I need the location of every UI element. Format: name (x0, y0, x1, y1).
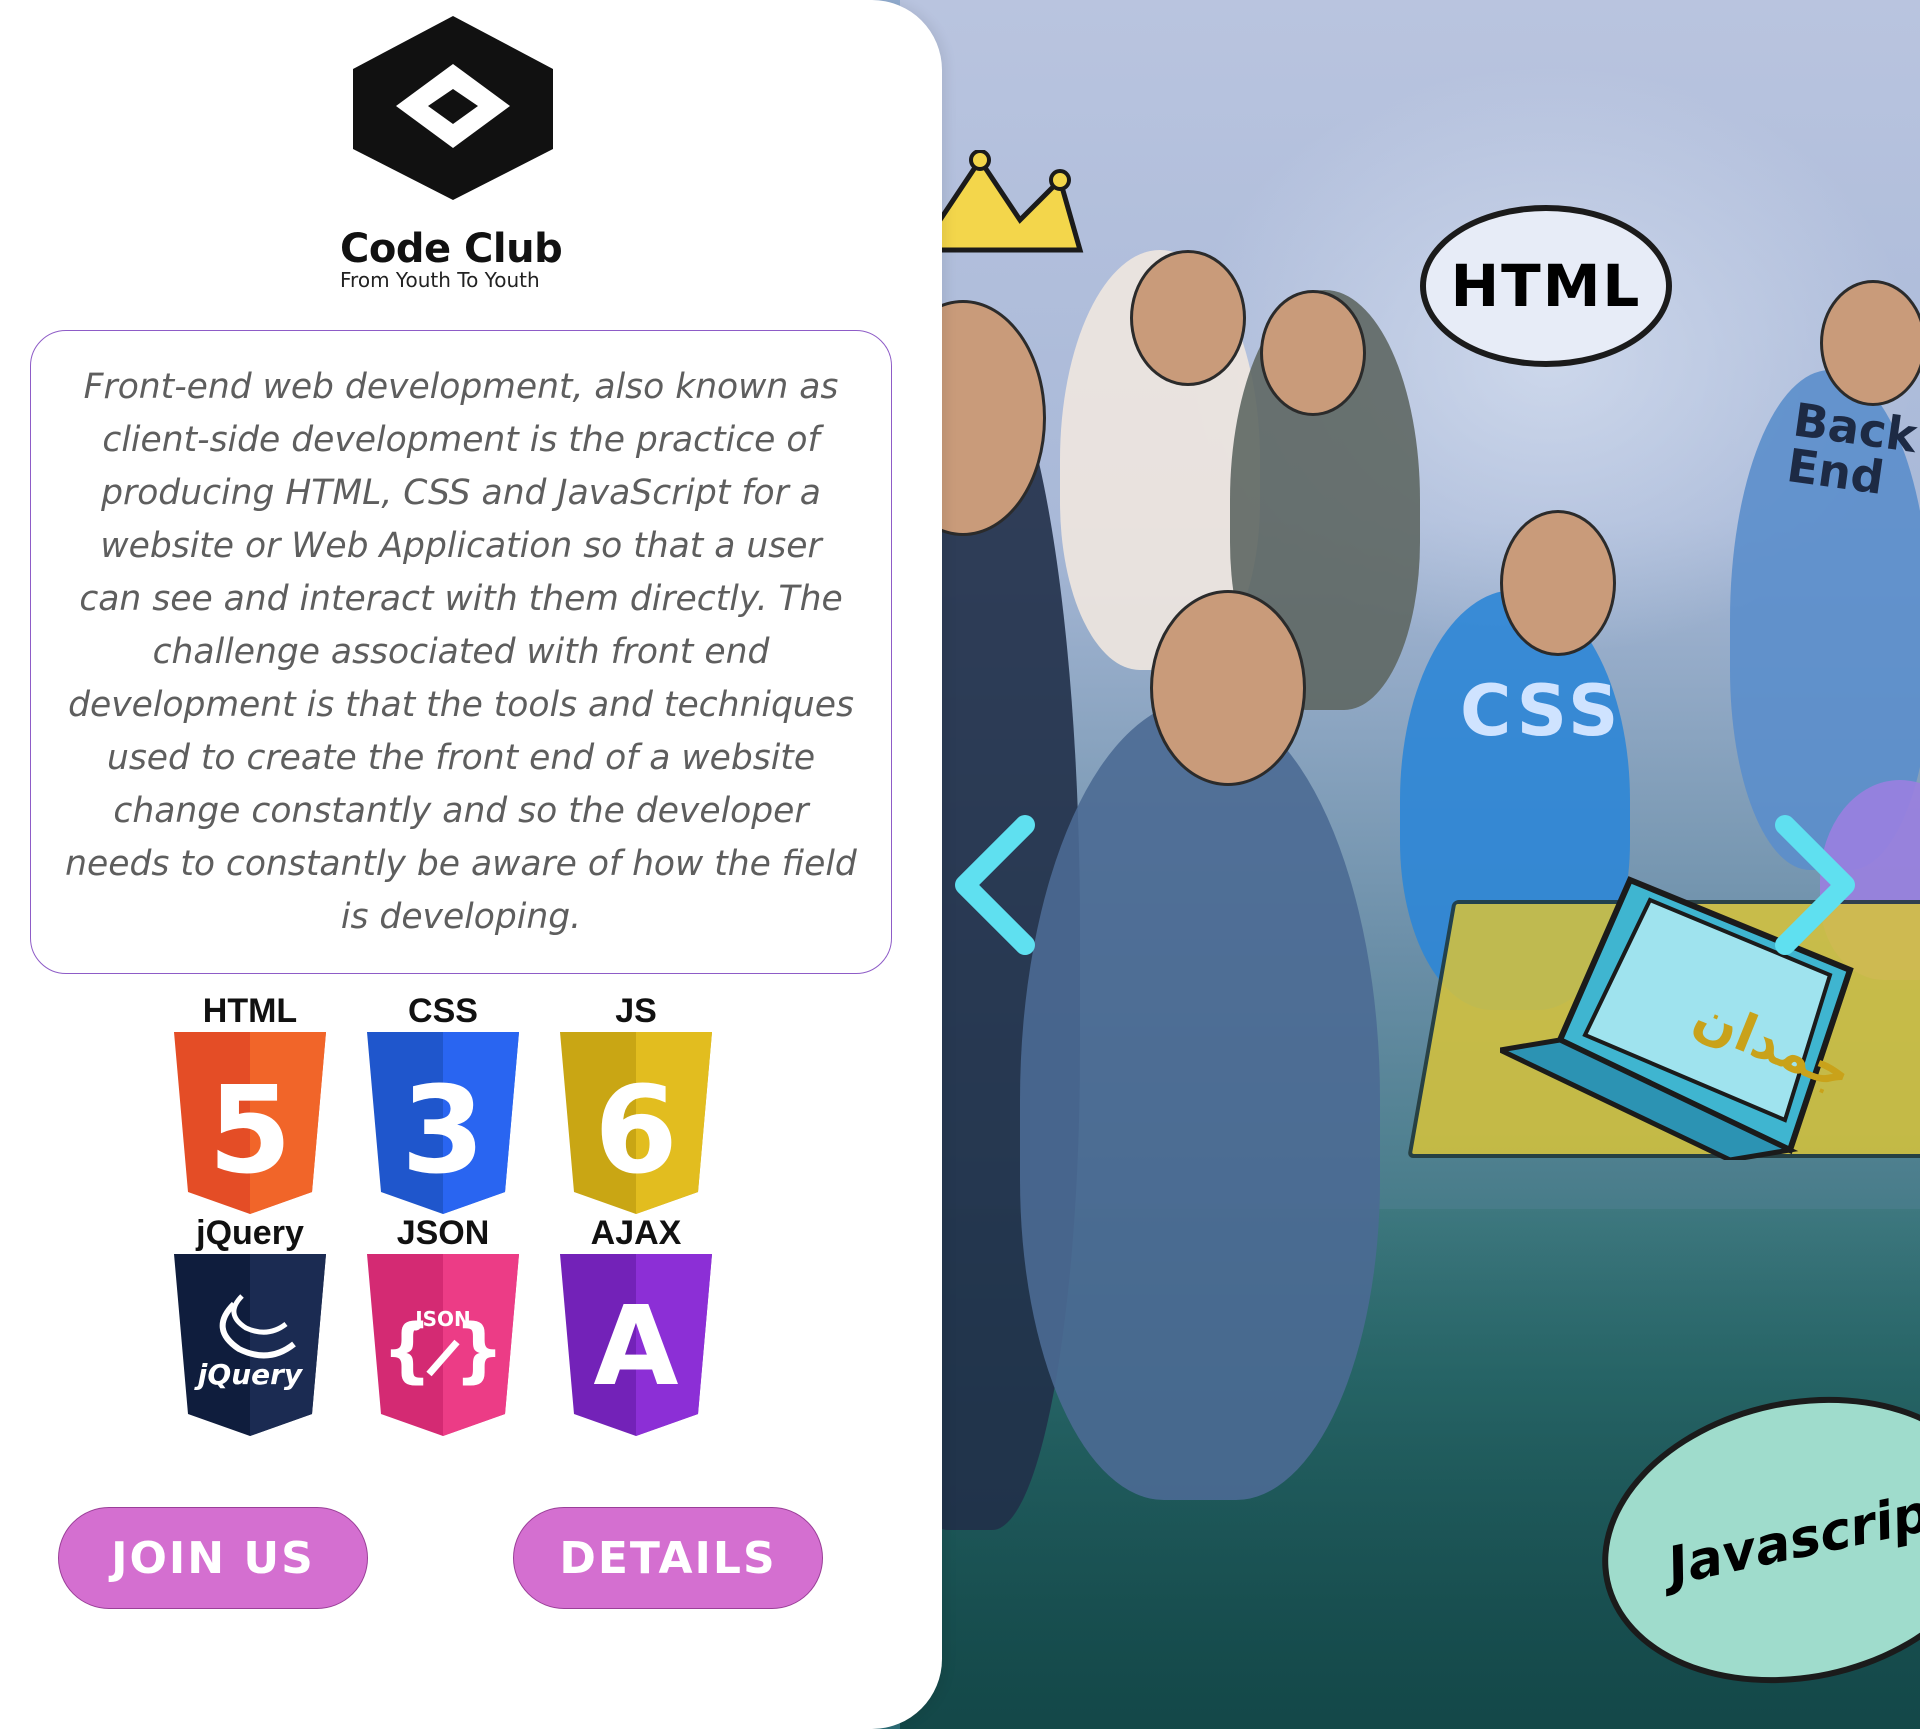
badge-json: JSON { } JSON (363, 1212, 523, 1436)
details-button[interactable]: DETAILS (513, 1507, 823, 1609)
badge-glyph: jQuery (194, 1358, 304, 1391)
badge-label: JS (615, 992, 657, 1030)
badge-label: jQuery (196, 1214, 304, 1252)
css-shirt-label: CSS (1460, 670, 1623, 752)
description-box: Front-end web development, also known as… (30, 330, 892, 974)
badge-js: JS 6 (556, 990, 716, 1214)
badge-css: CSS 3 (363, 990, 523, 1214)
head-1 (1130, 250, 1246, 386)
badge-glyph: 5 (208, 1062, 292, 1201)
back-end-shirt-label: Back End (1783, 392, 1920, 505)
head-5 (1500, 510, 1616, 656)
code-club-logo-icon (353, 16, 553, 200)
css3-icon: 3 (367, 1032, 519, 1214)
ajax-icon: A (560, 1254, 712, 1436)
badge-jquery: jQuery jQuery (170, 1212, 330, 1436)
badge-label: CSS (408, 992, 478, 1030)
badge-glyph: JSON (413, 1307, 471, 1331)
json-icon: { } JSON (367, 1254, 519, 1436)
html-speech-bubble: HTML (1420, 205, 1672, 367)
badge-glyph: A (593, 1282, 678, 1410)
badge-label: HTML (202, 992, 298, 1030)
carousel-prev-button[interactable] (950, 810, 1040, 960)
badge-glyph: 3 (401, 1062, 485, 1201)
chevron-right-icon (1775, 815, 1855, 955)
badge-glyph: 6 (594, 1062, 678, 1201)
description-text: Front-end web development, also known as… (65, 366, 857, 937)
badge-ajax: AJAX A (556, 1212, 716, 1436)
jquery-icon: jQuery (174, 1254, 326, 1436)
brand-name: Code Club (340, 226, 563, 272)
badge-html: HTML 5 (170, 990, 330, 1214)
carousel-next-button[interactable] (1770, 810, 1860, 960)
head-6 (1820, 280, 1920, 406)
person-4 (1020, 700, 1380, 1500)
chevron-left-icon (955, 815, 1035, 955)
html5-icon: 5 (174, 1032, 326, 1214)
hero-photo: جمدان HTML CSS Back End Javascript (900, 0, 1920, 1729)
head-4 (1150, 590, 1306, 786)
join-us-button[interactable]: JOIN US (58, 1507, 368, 1609)
javascript-icon: 6 (560, 1032, 712, 1214)
badge-label: JSON (396, 1214, 490, 1252)
info-panel: Code Club From Youth To Youth Front-end … (0, 0, 942, 1729)
badge-label: AJAX (590, 1214, 682, 1252)
bubble-js-text: Javascript (1662, 1478, 1920, 1598)
brand-tagline: From Youth To Youth (340, 268, 540, 292)
head-2 (1260, 290, 1366, 416)
bubble-html-text: HTML (1450, 252, 1642, 320)
